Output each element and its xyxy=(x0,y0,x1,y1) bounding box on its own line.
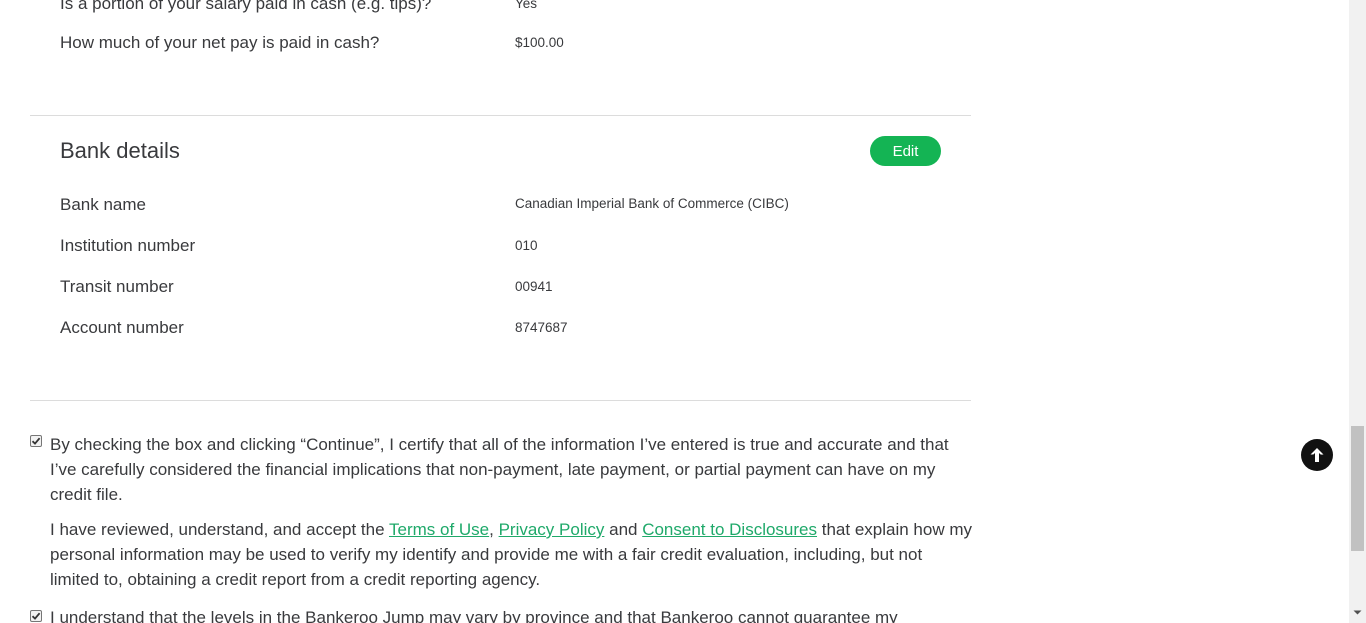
review-page: Is a portion of your salary paid in cash… xyxy=(0,0,1366,623)
certify-checkbox[interactable] xyxy=(30,435,42,447)
account-number-value: 8747687 xyxy=(515,320,568,335)
certify-text: By checking the box and clicking “Contin… xyxy=(50,435,949,504)
cash-net-pay-value: $100.00 xyxy=(515,35,564,50)
edit-bank-details-button[interactable]: Edit xyxy=(870,136,941,166)
section-divider xyxy=(30,115,971,116)
scrollbar-thumb[interactable] xyxy=(1351,426,1364,551)
institution-number-label: Institution number xyxy=(60,236,196,255)
arrow-up-icon xyxy=(1310,448,1324,462)
account-number-label: Account number xyxy=(60,318,184,337)
terms-of-use-link[interactable]: Terms of Use xyxy=(389,520,489,539)
levels-checkbox[interactable] xyxy=(30,610,42,622)
and-separator: and xyxy=(604,520,643,539)
consent-to-disclosures-link[interactable]: Consent to Disclosures xyxy=(642,520,817,539)
bank-name-value: Canadian Imperial Bank of Commerce (CIBC… xyxy=(515,196,789,211)
scroll-down-arrow-icon[interactable] xyxy=(1353,608,1362,617)
comma-separator: , xyxy=(489,520,499,539)
cash-net-pay-label: How much of your net pay is paid in cash… xyxy=(60,33,380,52)
cash-portion-value: Yes xyxy=(515,0,538,11)
transit-number-value: 00941 xyxy=(515,279,553,294)
levels-text: I understand that the levels in the Bank… xyxy=(50,608,898,623)
section-divider xyxy=(30,400,971,401)
bank-name-label: Bank name xyxy=(60,195,146,214)
vertical-scrollbar[interactable] xyxy=(1349,0,1366,623)
cash-portion-label: Is a portion of your salary paid in cash… xyxy=(60,0,432,13)
transit-number-label: Transit number xyxy=(60,277,174,296)
review-text: I have reviewed, understand, and accept … xyxy=(50,517,975,592)
privacy-policy-link[interactable]: Privacy Policy xyxy=(499,520,605,539)
back-to-top-button[interactable] xyxy=(1301,439,1333,471)
checkmark-icon xyxy=(31,437,41,445)
institution-number-value: 010 xyxy=(515,238,538,253)
checkmark-icon xyxy=(31,612,41,620)
review-prefix: I have reviewed, understand, and accept … xyxy=(50,520,389,539)
bank-details-title: Bank details xyxy=(60,138,180,163)
